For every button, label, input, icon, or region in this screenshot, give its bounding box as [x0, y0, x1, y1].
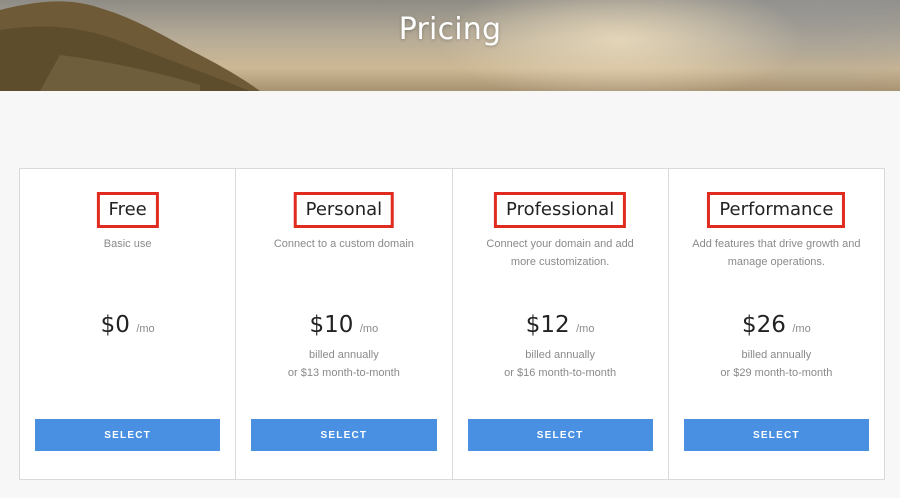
billing-monthly: or $13 month-to-month: [287, 367, 400, 379]
plan-name: Professional: [506, 199, 615, 220]
pricing-table: Free Basic use $0 /mo SELECT Personal Co…: [19, 168, 885, 480]
billing-info: billed annually or $29 month-to-month: [679, 346, 874, 382]
plan-card-performance: Performance Add features that drive grow…: [669, 169, 884, 479]
price-period: /mo: [359, 323, 379, 335]
plan-name: Free: [108, 199, 147, 220]
plan-price: $10: [309, 312, 354, 338]
plan-price: $26: [742, 312, 786, 338]
plan-name-highlight: Personal: [293, 192, 395, 228]
select-free-button[interactable]: SELECT: [35, 419, 221, 451]
plan-name: Personal: [305, 199, 383, 220]
billing-annual: billed annually: [525, 349, 595, 361]
select-performance-button[interactable]: SELECT: [683, 419, 869, 451]
plan-price: $0: [100, 312, 130, 338]
select-personal-button[interactable]: SELECT: [251, 419, 437, 451]
price-row: $12 /mo: [453, 312, 668, 338]
billing-info: billed annually or $13 month-to-month: [246, 346, 441, 382]
plan-name-highlight: Professional: [494, 192, 627, 228]
price-period: /mo: [792, 323, 811, 335]
price-row: $26 /mo: [669, 312, 884, 338]
price-period: /mo: [136, 323, 155, 335]
plan-price: $12: [525, 312, 570, 338]
plan-description: Connect your domain and add more customi…: [486, 238, 634, 268]
price-period: /mo: [576, 323, 595, 335]
hero-banner: Pricing: [0, 0, 900, 91]
billing-info: billed annually or $16 month-to-month: [463, 346, 658, 382]
price-row: $10 /mo: [236, 312, 451, 338]
plan-description: Add features that drive growth and manag…: [692, 238, 861, 268]
plan-description: Connect to a custom domain: [273, 238, 414, 250]
plan-card-free: Free Basic use $0 /mo SELECT: [20, 169, 237, 479]
billing-monthly: or $16 month-to-month: [504, 367, 617, 379]
plan-name-highlight: Free: [96, 192, 159, 228]
plan-card-personal: Personal Connect to a custom domain $10 …: [236, 169, 453, 479]
plan-name-highlight: Performance: [707, 192, 846, 228]
plan-card-professional: Professional Connect your domain and add…: [453, 169, 669, 479]
billing-annual: billed annually: [309, 349, 379, 361]
page-title: Pricing: [398, 12, 502, 47]
plan-name: Performance: [719, 199, 834, 220]
price-row: $0 /mo: [20, 312, 235, 338]
plan-description: Basic use: [103, 238, 152, 250]
billing-annual: billed annually: [741, 349, 812, 361]
select-professional-button[interactable]: SELECT: [467, 419, 653, 451]
billing-monthly: or $29 month-to-month: [720, 367, 833, 379]
